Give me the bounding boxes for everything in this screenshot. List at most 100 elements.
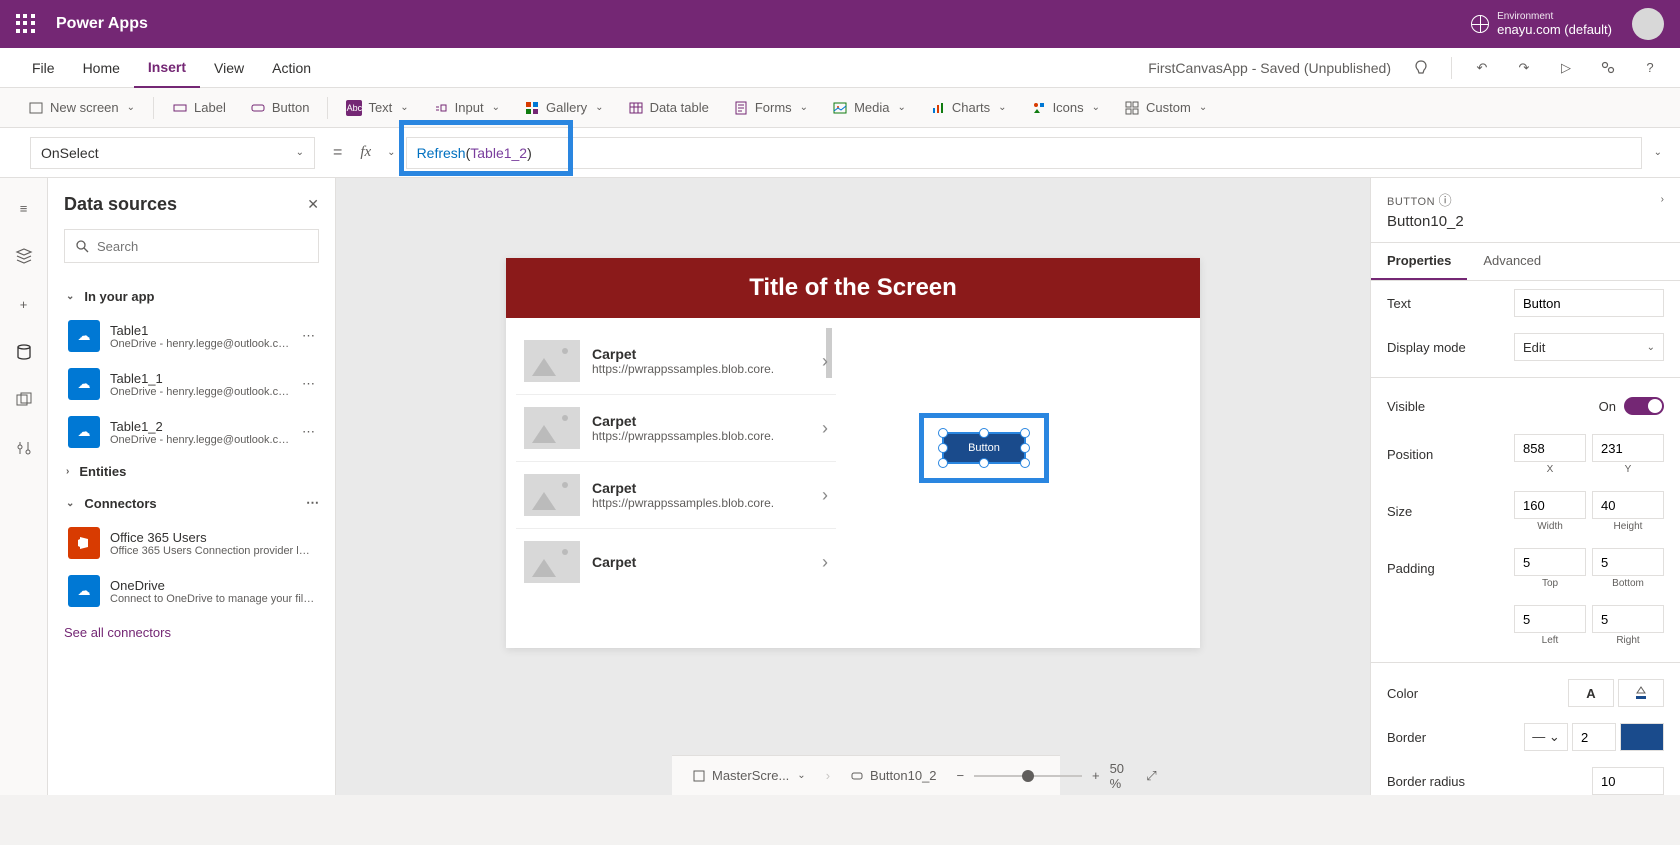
resize-handle[interactable]	[1020, 428, 1030, 438]
gallery[interactable]: Carpethttps://pwrappssamples.blob.core.›…	[516, 328, 836, 595]
x-input[interactable]	[1514, 434, 1586, 462]
text-input[interactable]	[1514, 289, 1664, 317]
more-button[interactable]: ⋯	[302, 424, 315, 440]
label-button[interactable]: Label	[162, 92, 236, 124]
menu-view[interactable]: View	[200, 48, 258, 88]
resize-handle[interactable]	[979, 458, 989, 468]
gallery-item[interactable]: Carpethttps://pwrappssamples.blob.core.›	[516, 462, 836, 529]
redo-button[interactable]: ↷	[1512, 56, 1536, 80]
waffle-icon[interactable]	[16, 14, 36, 34]
zoom-out-button[interactable]: −	[957, 768, 965, 783]
resize-handle[interactable]	[1020, 458, 1030, 468]
data-table-button[interactable]: Data table	[618, 92, 719, 124]
share-button[interactable]	[1596, 56, 1620, 80]
zoom-level: 50 %	[1110, 761, 1137, 791]
close-pane-button[interactable]: ✕	[307, 196, 319, 213]
chevron-right-icon[interactable]: ›	[822, 485, 828, 506]
formula-input[interactable]: Refresh(Table1_2)	[406, 137, 1642, 169]
padding-top-input[interactable]	[1514, 548, 1586, 576]
padding-bottom-input[interactable]	[1592, 548, 1664, 576]
table-item[interactable]: ☁Table1OneDrive - henry.legge@outlook.co…	[64, 312, 319, 360]
environment-selector[interactable]: Environment enayu.com (default)	[1497, 11, 1612, 37]
fill-color-button[interactable]	[1618, 679, 1664, 707]
icons-dropdown[interactable]: Icons⌄	[1021, 92, 1110, 124]
chevron-right-icon[interactable]: ›	[822, 418, 828, 439]
gallery-item[interactable]: Carpethttps://pwrappssamples.blob.core.›	[516, 395, 836, 462]
width-input[interactable]	[1514, 491, 1586, 519]
border-color-button[interactable]	[1620, 723, 1664, 751]
connector-item[interactable]: Office 365 UsersOffice 365 Users Connect…	[64, 519, 319, 567]
pane-chevron[interactable]: ›	[1661, 194, 1664, 205]
border-style-button[interactable]: — ⌄	[1524, 723, 1568, 751]
zoom-in-button[interactable]: +	[1092, 768, 1100, 783]
tab-properties[interactable]: Properties	[1371, 243, 1467, 280]
input-dropdown[interactable]: Input⌄	[423, 92, 510, 124]
media-dropdown[interactable]: Media⌄	[822, 92, 916, 124]
gallery-item[interactable]: Carpethttps://pwrappssamples.blob.core.›	[516, 328, 836, 395]
charts-dropdown[interactable]: Charts⌄	[920, 92, 1017, 124]
gallery-item[interactable]: Carpet›	[516, 529, 836, 595]
fit-screen-button[interactable]: ⤢	[1146, 768, 1156, 784]
menu-insert[interactable]: Insert	[134, 48, 200, 88]
canvas-button[interactable]: Button	[942, 432, 1026, 464]
insert-icon[interactable]: +	[12, 292, 36, 316]
crumb-control[interactable]: Button10_2	[842, 768, 945, 783]
gallery-dropdown[interactable]: Gallery⌄	[514, 92, 614, 124]
environment-label: Environment	[1497, 11, 1612, 22]
section-in-your-app[interactable]: ⌄In your app	[64, 281, 319, 312]
text-color-button[interactable]: A	[1568, 679, 1614, 707]
media-panel-icon[interactable]	[12, 388, 36, 412]
menu-home[interactable]: Home	[69, 48, 134, 88]
canvas-area[interactable]: Title of the Screen Carpethttps://pwrapp…	[336, 178, 1370, 795]
tab-advanced[interactable]: Advanced	[1467, 243, 1557, 280]
new-screen-button[interactable]: New screen⌄	[18, 92, 145, 124]
property-selector[interactable]: OnSelect⌄	[30, 137, 315, 169]
text-dropdown[interactable]: AbcText⌄	[336, 92, 418, 124]
data-icon[interactable]	[12, 340, 36, 364]
help-button[interactable]: ?	[1638, 56, 1662, 80]
layers-icon[interactable]	[12, 244, 36, 268]
section-connectors[interactable]: ⌄Connectors⋯	[64, 487, 319, 519]
chevron-right-icon[interactable]: ›	[822, 351, 828, 372]
resize-handle[interactable]	[938, 428, 948, 438]
connector-item[interactable]: ☁OneDriveConnect to OneDrive to manage y…	[64, 567, 319, 615]
more-button[interactable]: ⋯	[302, 328, 315, 344]
resize-handle[interactable]	[938, 443, 948, 453]
y-input[interactable]	[1592, 434, 1664, 462]
section-entities[interactable]: ›Entities	[64, 456, 319, 487]
canvas-screen[interactable]: Title of the Screen Carpethttps://pwrapp…	[506, 258, 1200, 648]
border-width-input[interactable]	[1572, 723, 1616, 751]
resize-handle[interactable]	[1020, 443, 1030, 453]
see-all-connectors-link[interactable]: See all connectors	[64, 615, 171, 650]
radius-input[interactable]	[1592, 767, 1664, 795]
chevron-right-icon[interactable]: ›	[822, 552, 828, 573]
formula-expand[interactable]: ⌄	[1654, 147, 1662, 158]
search-input[interactable]	[97, 239, 308, 254]
fx-dropdown[interactable]: ⌄	[387, 147, 395, 158]
play-button[interactable]: ▷	[1554, 56, 1578, 80]
undo-button[interactable]: ↶	[1470, 56, 1494, 80]
display-mode-select[interactable]: Edit⌄	[1514, 333, 1664, 361]
zoom-slider[interactable]	[974, 775, 1082, 777]
menu-action[interactable]: Action	[258, 48, 325, 88]
screen-title[interactable]: Title of the Screen	[506, 258, 1200, 318]
button-button[interactable]: Button	[240, 92, 320, 124]
user-avatar[interactable]	[1632, 8, 1664, 40]
table-item[interactable]: ☁Table1_2OneDrive - henry.legge@outlook.…	[64, 408, 319, 456]
visible-toggle[interactable]	[1624, 397, 1664, 415]
table-item[interactable]: ☁Table1_1OneDrive - henry.legge@outlook.…	[64, 360, 319, 408]
padding-left-input[interactable]	[1514, 605, 1586, 633]
tree-view-icon[interactable]: ≡	[12, 196, 36, 220]
search-box[interactable]	[64, 229, 319, 263]
padding-right-input[interactable]	[1592, 605, 1664, 633]
app-checker-icon[interactable]	[1409, 56, 1433, 80]
resize-handle[interactable]	[979, 428, 989, 438]
resize-handle[interactable]	[938, 458, 948, 468]
menu-file[interactable]: File	[18, 48, 69, 88]
forms-dropdown[interactable]: Forms⌄	[723, 92, 818, 124]
crumb-screen[interactable]: MasterScre...⌄	[684, 768, 814, 783]
tools-icon[interactable]	[12, 436, 36, 460]
height-input[interactable]	[1592, 491, 1664, 519]
more-button[interactable]: ⋯	[302, 376, 315, 392]
custom-dropdown[interactable]: Custom⌄	[1114, 92, 1217, 124]
